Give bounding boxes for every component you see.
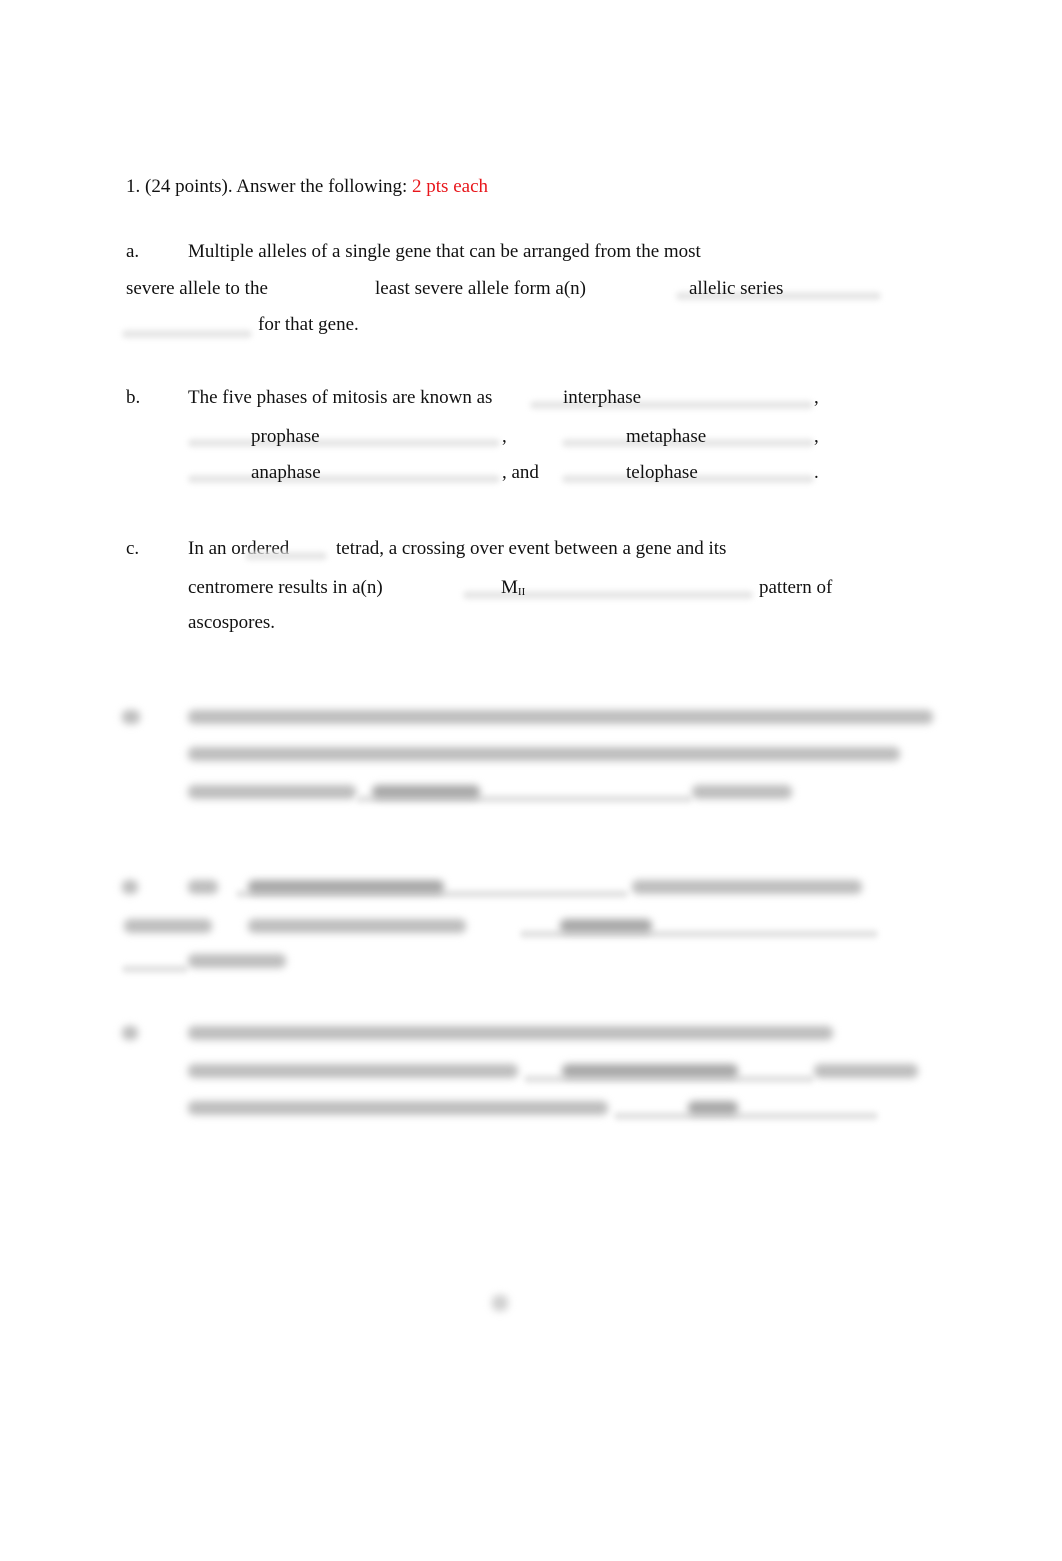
item-c-answer-sub: II (517, 586, 526, 598)
item-b-answer-anaphase: anaphase (251, 462, 321, 483)
item-b-answer-prophase: prophase (251, 426, 320, 447)
blurred-text-line (188, 785, 356, 799)
blurred-answer (248, 880, 444, 894)
item-c-line1-end: tetrad, a crossing over event between a … (336, 538, 727, 559)
blurred-text-line (188, 1064, 518, 1078)
answer-blank (188, 439, 500, 447)
blurred-text-line (692, 785, 792, 799)
answer-blank (614, 1112, 878, 1120)
blurred-text-line (188, 880, 218, 894)
answer-blank (122, 965, 188, 973)
answer-blank (122, 330, 252, 338)
comma: , (814, 387, 819, 408)
points-note: 2 pts each (412, 176, 489, 197)
blurred-text-line (632, 880, 862, 894)
answer-blank (188, 475, 500, 483)
blurred-text-line (814, 1064, 918, 1078)
blurred-text-line (188, 1026, 833, 1040)
answer-blank (245, 552, 327, 560)
blurred-answer (562, 1064, 738, 1078)
blurred-text-line (188, 954, 286, 968)
item-b-answer-metaphase: metaphase (626, 426, 707, 447)
blurred-text-line (124, 919, 212, 933)
page-number-blurred (492, 1295, 508, 1311)
item-a-line2-start: severe allele to the (126, 278, 268, 299)
item-c-line3: ascospores. (188, 612, 276, 633)
comma: , (502, 426, 507, 447)
item-a-line3-end: for that gene. (258, 314, 359, 335)
item-c-answer-main: M (501, 577, 518, 598)
item-c-label: c. (126, 538, 140, 559)
item-e-label-blurred (122, 880, 138, 894)
item-a-line1: Multiple alleles of a single gene that c… (188, 241, 701, 262)
period: . (814, 462, 819, 483)
item-c-line2-start: centromere results in a(n) (188, 577, 383, 598)
item-a-line2-mid: least severe allele form a(n) (375, 278, 586, 299)
blurred-text-line (188, 710, 933, 724)
item-b-label: b. (126, 387, 141, 408)
blurred-text-line (188, 1101, 608, 1115)
blurred-text-line (248, 919, 466, 933)
question-number-label: 1. (24 points). Answer the following: (126, 176, 408, 197)
and-text: , and (502, 462, 539, 483)
item-f-label-blurred (122, 1026, 138, 1040)
blurred-answer (372, 785, 480, 799)
item-a-answer: allelic series (689, 278, 784, 299)
blurred-text-line (188, 747, 900, 761)
item-b-answer-telophase: telophase (626, 462, 698, 483)
item-c-answer: MII (501, 577, 526, 598)
item-b-line1: The five phases of mitosis are known as (188, 387, 493, 408)
item-d-label-blurred (122, 710, 140, 724)
blurred-answer (560, 919, 652, 933)
item-a-label: a. (126, 241, 140, 262)
comma: , (814, 426, 819, 447)
item-c-line2-end: pattern of (759, 577, 833, 598)
item-b-answer-interphase: interphase (563, 387, 642, 408)
blurred-answer (688, 1101, 738, 1115)
question-header: 1. (24 points). Answer the following: 2 … (126, 177, 488, 196)
